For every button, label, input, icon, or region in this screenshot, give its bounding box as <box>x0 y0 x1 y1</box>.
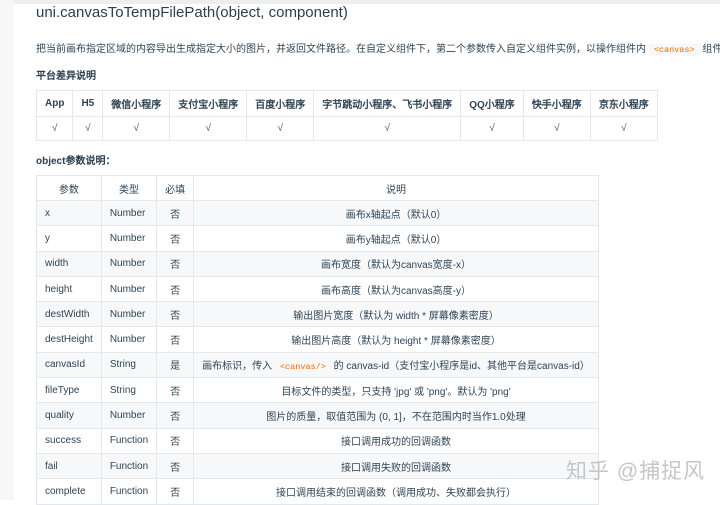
column-header: 必填 <box>156 175 195 201</box>
table-row: destHeight Number 否输出图片高度（默认为 height * 屏幕像… <box>36 326 599 353</box>
table-row: y Number 否画布y轴起点（默认0） <box>36 225 599 252</box>
platform-header: 微信小程序 <box>102 90 171 117</box>
cell: 否 <box>156 326 195 353</box>
cell: Number <box>100 275 158 303</box>
cell: quality <box>36 402 102 429</box>
cell: 目标文件的类型，只支持 'jpg' 或 'png'。默认为 'png' <box>193 377 599 404</box>
table-row: width Number 否画布宽度（默认为canvas宽度-x） <box>36 250 599 277</box>
platform-header: 快手小程序 <box>522 90 591 117</box>
cell: Number <box>100 250 158 277</box>
table-row: destWidth Number 否输出图片宽度（默认为 width * 屏幕像素密… <box>36 301 599 328</box>
cell: 输出图片高度（默认为 height * 屏幕像素密度） <box>193 326 599 353</box>
cell: 接口调用结束的回调函数（调用成功、失败都会执行） <box>193 478 599 505</box>
table-row: success Function 否接口调用成功的回调函数 <box>36 427 599 454</box>
cell: complete <box>36 478 102 505</box>
intro-text: 把当前画布指定区域的内容导出生成指定大小的图片，并返回文件路径。在自定义组件下，… <box>36 44 649 55</box>
cell: 否 <box>156 452 195 480</box>
platform-table: App H5 微信小程序 支付宝小程序 百度小程序 字节跳动小程序、飞书小程序 QQ小程序快… <box>35 90 658 141</box>
cell: destWidth <box>36 301 102 328</box>
table-row: quality Number 否图片的质量，取值范围为 (0, 1]，不在范围内时当… <box>36 402 599 429</box>
cell: Number <box>100 326 158 353</box>
cell-text: 的 canvas-id（支付宝小程序是id、其他平台是canvas-id） <box>330 361 590 373</box>
intro-paragraph: 把当前画布指定区域的内容导出生成指定大小的图片，并返回文件路径。在自定义组件下，… <box>36 40 720 56</box>
support-check: √ <box>169 116 248 141</box>
cell: 画布x轴起点（默认0） <box>193 199 599 227</box>
column-header: 类型 <box>100 175 158 201</box>
cell: destHeight <box>36 326 102 353</box>
cell: success <box>36 427 102 454</box>
table-row: fileType String 否目标文件的类型，只支持 'jpg' 或 'png'… <box>36 377 599 404</box>
table-row: fail Function 否接口调用失败的回调函数 <box>36 452 599 480</box>
cell: Function <box>100 427 158 454</box>
support-check: √ <box>246 116 315 141</box>
table-row: height Number 否画布高度（默认为canvas高度-y） <box>36 275 599 303</box>
cell: x <box>36 199 102 227</box>
cell: y <box>36 225 102 252</box>
cell: fail <box>36 452 102 480</box>
platform-header: 京东小程序 <box>589 90 658 117</box>
cell: Number <box>100 301 158 328</box>
cell-text: 画布标识，传入 <box>202 361 275 373</box>
cell: String <box>100 351 158 379</box>
support-check: √ <box>460 116 524 141</box>
support-check: √ <box>589 116 658 141</box>
cell: 画布宽度（默认为canvas宽度-x） <box>193 250 599 277</box>
cell: 画布标识，传入 <canvas/> 的 canvas-id（支付宝小程序是id、… <box>193 351 599 379</box>
cell: 否 <box>156 301 195 328</box>
support-check: √ <box>313 116 462 141</box>
table-row: x Number 否画布x轴起点（默认0） <box>36 199 599 227</box>
table-row: canvasId String 是画布标识，传入 <canvas/> 的 canva… <box>36 351 599 379</box>
cell: 否 <box>156 427 195 454</box>
platform-header: QQ小程序 <box>460 90 524 117</box>
cell: 画布高度（默认为canvas高度-y） <box>193 275 599 303</box>
cell: 接口调用成功的回调函数 <box>193 427 599 454</box>
intro-text-end: 组件。 <box>702 44 720 55</box>
cell: 否 <box>156 275 195 303</box>
column-header: 说明 <box>193 175 599 201</box>
cell: height <box>36 275 102 303</box>
cell: fileType <box>36 377 102 404</box>
support-check: √ <box>522 116 591 141</box>
page-title: uni.canvasToTempFilePath(object, compone… <box>36 4 348 21</box>
cell: 否 <box>156 478 195 505</box>
cell: Number <box>100 402 158 429</box>
platform-header: 支付宝小程序 <box>169 90 248 117</box>
cell: 输出图片宽度（默认为 width * 屏幕像素密度） <box>193 301 599 328</box>
table-row: complete Function 否接口调用结束的回调函数（调用成功、失败都会执行… <box>36 478 599 505</box>
cell: String <box>100 377 158 404</box>
cell: Number <box>100 199 158 227</box>
cell: 是 <box>156 351 195 379</box>
sidebar-edge <box>0 0 14 500</box>
cell: 否 <box>156 377 195 404</box>
cell: Number <box>100 225 158 252</box>
column-header: 参数 <box>36 175 102 201</box>
inline-code: <canvas/> <box>274 361 331 374</box>
object-heading: object参数说明： <box>36 156 116 167</box>
support-check: √ <box>102 116 171 141</box>
platform-header: H5 <box>72 90 104 117</box>
cell: 否 <box>156 250 195 277</box>
cell: Function <box>100 478 158 505</box>
cell: 接口调用失败的回调函数 <box>193 452 599 480</box>
cell: width <box>36 250 102 277</box>
platform-header: 字节跳动小程序、飞书小程序 <box>313 90 462 117</box>
platform-heading: 平台差异说明 <box>36 71 96 82</box>
inline-code: <canvas> <box>648 44 700 56</box>
support-check: √ <box>72 116 104 141</box>
watermark: 知乎 @捕捉风 <box>566 460 706 483</box>
platform-header: 百度小程序 <box>246 90 315 117</box>
cell: 否 <box>156 402 195 429</box>
params-table: 参数 类型 必填 说明 x Number 否画布x轴起点（默认0） y Number 否画布y轴… <box>36 175 599 505</box>
cell: 画布y轴起点（默认0） <box>193 225 599 252</box>
cell: Function <box>100 452 158 480</box>
platform-header: App <box>35 90 74 117</box>
support-check: √ <box>35 116 74 141</box>
cell: canvasId <box>36 351 102 379</box>
cell: 否 <box>156 199 195 227</box>
cell: 否 <box>156 225 195 252</box>
cell: 图片的质量，取值范围为 (0, 1]，不在范围内时当作1.0处理 <box>193 402 599 429</box>
